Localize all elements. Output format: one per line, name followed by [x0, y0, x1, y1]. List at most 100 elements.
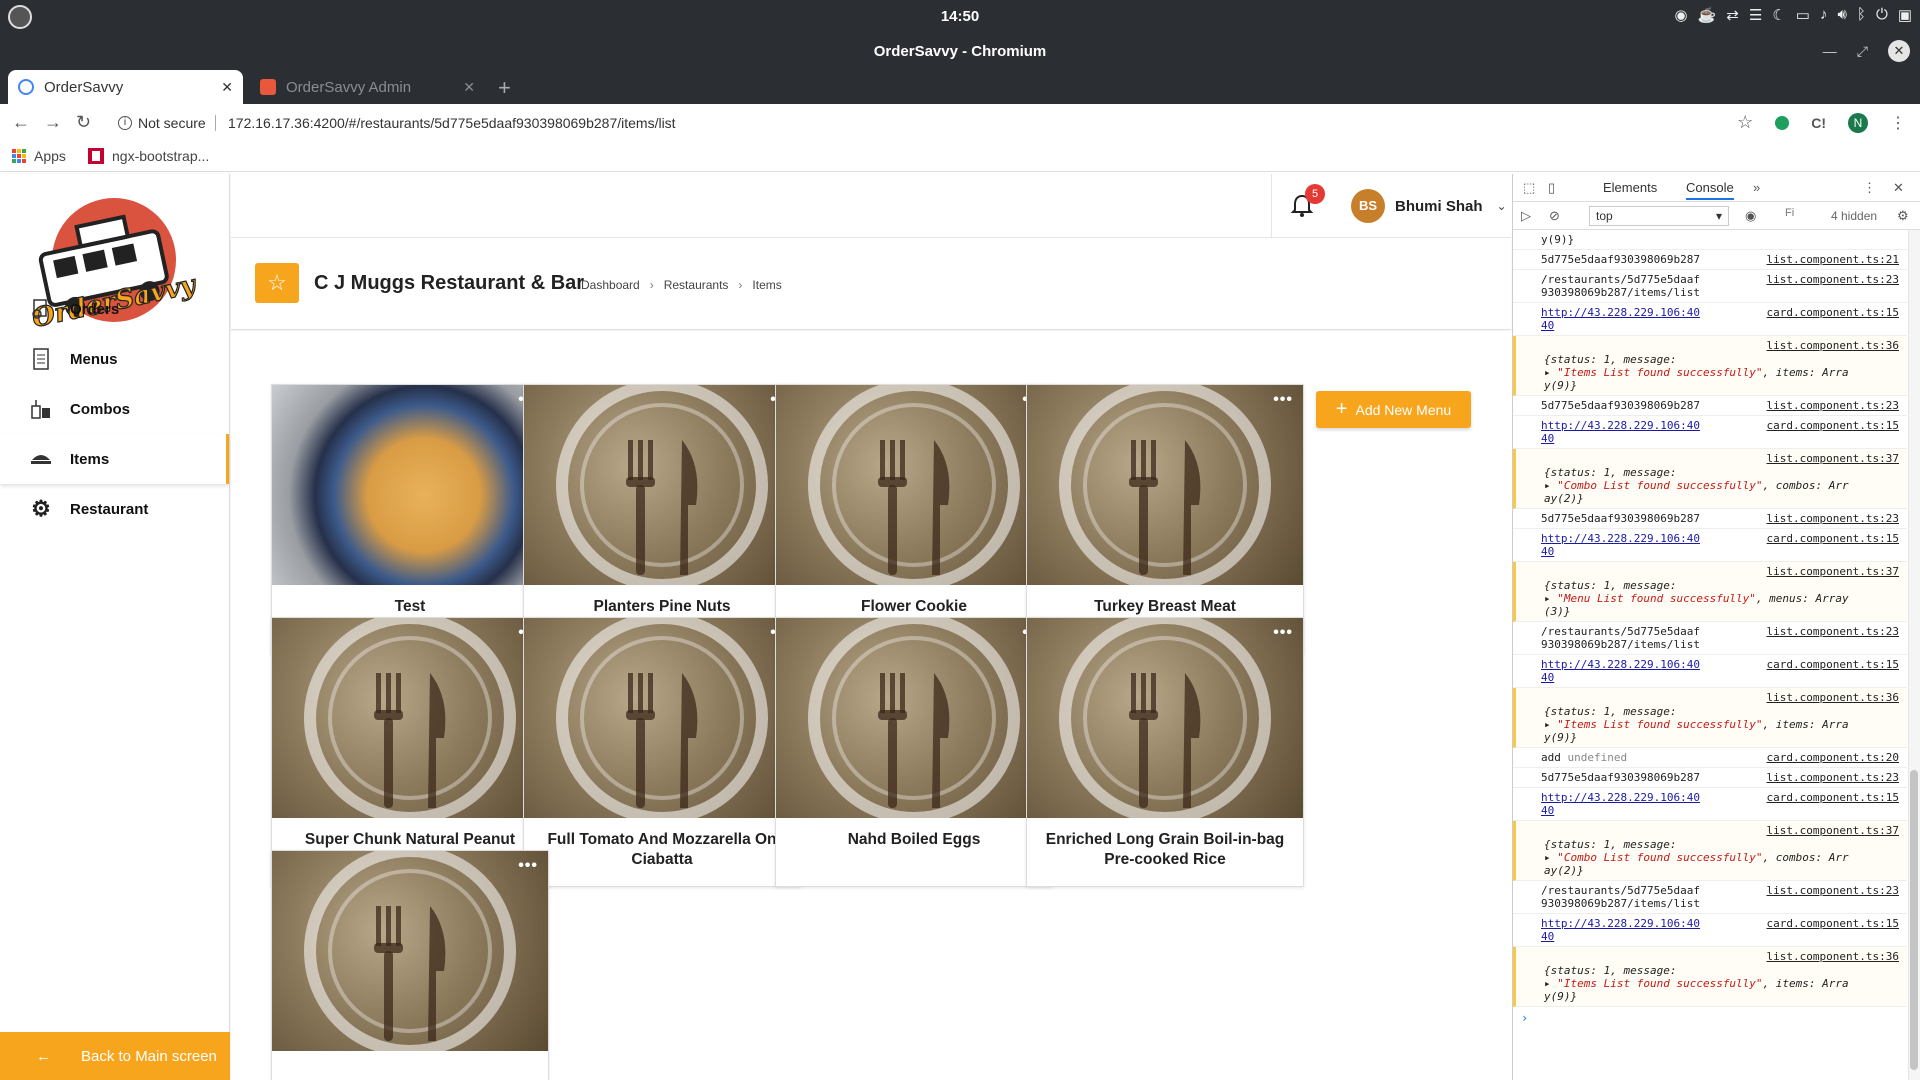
inspect-element-icon[interactable]: ⬚: [1523, 180, 1535, 196]
expand-triangle-icon[interactable]: ▸: [1544, 718, 1557, 731]
item-card[interactable]: •••Planters Pine Nuts: [523, 384, 801, 654]
bluetooth-icon[interactable]: ᛒ: [1857, 6, 1866, 24]
eye-icon[interactable]: ◉: [1745, 208, 1756, 224]
source-link[interactable]: list.component.ts:37: [1767, 452, 1899, 465]
add-new-menu-button[interactable]: + Add New Menu: [1316, 391, 1471, 428]
item-card[interactable]: ••• Turkey Breast Meat: [1026, 384, 1304, 654]
url-field[interactable]: 172.16.17.36:4200/#/restaurants/5d775e5d…: [228, 115, 676, 131]
source-link[interactable]: list.component.ts:23: [1767, 771, 1899, 784]
item-card[interactable]: ••• Enriched Long Grain Boil-in-bag Pre-c…: [1026, 617, 1304, 887]
console-entry[interactable]: list.component.ts:23 5d775e5daaf930398069…: [1513, 768, 1907, 788]
console-entry[interactable]: list.component.ts:23/restaurants/5d775e5…: [1513, 270, 1907, 303]
source-link[interactable]: list.component.ts:36: [1767, 950, 1899, 963]
source-link[interactable]: card.component.ts:15: [1767, 532, 1899, 545]
console-settings-icon[interactable]: ⚙: [1897, 208, 1909, 224]
source-link[interactable]: card.component.ts:15: [1767, 917, 1899, 930]
os-clock[interactable]: 14:50: [0, 8, 1920, 25]
source-link[interactable]: list.component.ts:23: [1767, 399, 1899, 412]
tab-ordersavvy[interactable]: OrderSavvy ✕: [8, 70, 243, 104]
log-url[interactable]: http://43.228.229.106:40 40: [1541, 658, 1721, 684]
session-icon[interactable]: ▣: [1898, 6, 1912, 24]
source-link[interactable]: list.component.ts:23: [1767, 625, 1899, 638]
hidden-count[interactable]: 4 hidden: [1831, 209, 1877, 223]
console-entry[interactable]: card.component.ts:15 http://43.228.229.10…: [1513, 416, 1907, 449]
tab-elements[interactable]: Elements: [1603, 180, 1657, 195]
object-preview[interactable]: {status: 1, message: ▸ "Combo List found …: [1544, 838, 1899, 877]
network-icon[interactable]: ⇄: [1726, 6, 1739, 24]
chrome-tray-icon[interactable]: ◉: [1675, 6, 1688, 24]
profile-avatar[interactable]: N: [1848, 112, 1868, 133]
bookmark-ngx-bootstrap[interactable]: ngx-bootstrap...: [88, 148, 209, 164]
log-url[interactable]: http://43.228.229.106:40 40: [1541, 306, 1721, 332]
extension-green-icon[interactable]: [1775, 115, 1790, 130]
sidebar-item-orders[interactable]: Orders: [0, 284, 229, 334]
log-url[interactable]: http://43.228.229.106:40 40: [1541, 419, 1721, 445]
clear-console-icon[interactable]: ⊘: [1549, 208, 1560, 224]
power-icon[interactable]: ⏻: [1876, 6, 1888, 24]
console-entry[interactable]: card.component.ts:15 http://43.228.229.10…: [1513, 529, 1907, 562]
close-devtools-icon[interactable]: ✕: [1893, 180, 1904, 196]
coffee-icon[interactable]: ☕: [1698, 6, 1717, 24]
more-options-icon[interactable]: •••: [1273, 391, 1293, 409]
expand-triangle-icon[interactable]: ▸: [1544, 592, 1557, 605]
expand-triangle-icon[interactable]: ▸: [1544, 851, 1557, 864]
expand-triangle-icon[interactable]: ▸: [1544, 977, 1557, 990]
item-card[interactable]: •••: [271, 850, 549, 1080]
source-link[interactable]: card.component.ts:15: [1767, 791, 1899, 804]
item-card[interactable]: •••Super Chunk Natural Peanut Butter Spr…: [271, 617, 549, 887]
expand-triangle-icon[interactable]: ▸: [1544, 479, 1557, 492]
reload-icon[interactable]: ↻: [76, 112, 91, 133]
console-entry[interactable]: card.component.ts:15 http://43.228.229.10…: [1513, 303, 1907, 336]
sidebar-item-restaurant[interactable]: ⚙ Restaurant: [0, 484, 229, 534]
bookmark-apps[interactable]: Apps: [12, 148, 66, 164]
source-link[interactable]: list.component.ts:23: [1767, 273, 1899, 286]
console-entry[interactable]: list.component.ts:36 {status: 1, message:…: [1513, 688, 1907, 748]
back-arrow-icon[interactable]: ←: [12, 112, 30, 133]
console-entry[interactable]: y(9)}: [1513, 230, 1907, 250]
item-card[interactable]: •••Nahd Boiled Eggs: [775, 617, 1053, 887]
source-link[interactable]: list.component.ts:36: [1767, 339, 1899, 352]
folder-icon[interactable]: ▭: [1796, 6, 1810, 24]
bookmark-star-icon[interactable]: ☆: [1737, 112, 1753, 133]
filter-input[interactable]: Fi: [1785, 207, 1807, 225]
source-link[interactable]: card.component.ts:15: [1767, 306, 1899, 319]
console-entry[interactable]: list.component.ts:23 5d775e5daaf930398069…: [1513, 396, 1907, 416]
console-entry[interactable]: card.component.ts:15 http://43.228.229.10…: [1513, 914, 1907, 947]
console-entry[interactable]: list.component.ts:37 {status: 1, message:…: [1513, 449, 1907, 509]
source-link[interactable]: card.component.ts:15: [1767, 658, 1899, 671]
object-preview[interactable]: {status: 1, message: ▸ "Items List found …: [1544, 705, 1899, 744]
console-scrollbar[interactable]: [1908, 230, 1920, 1080]
forward-arrow-icon[interactable]: →: [44, 112, 62, 133]
console-entry[interactable]: list.component.ts:37 {status: 1, message:…: [1513, 821, 1907, 881]
console-entry[interactable]: list.component.ts:36 {status: 1, message:…: [1513, 947, 1907, 1007]
browser-menu-icon[interactable]: ⋮: [1890, 113, 1906, 133]
back-to-main-button[interactable]: ← Back to Main screen: [0, 1032, 230, 1080]
console-entry[interactable]: list.component.ts:23 5d775e5daaf930398069…: [1513, 509, 1907, 529]
source-link[interactable]: list.component.ts:37: [1767, 565, 1899, 578]
console-entry[interactable]: card.component.ts:15 http://43.228.229.10…: [1513, 655, 1907, 688]
breadcrumb-restaurants[interactable]: Restaurants: [664, 278, 729, 292]
scrollbar-thumb[interactable]: [1910, 770, 1918, 1070]
source-link[interactable]: card.component.ts:15: [1767, 419, 1899, 432]
more-options-icon[interactable]: •••: [1273, 624, 1293, 642]
minimize-icon[interactable]: —: [1823, 43, 1837, 59]
restore-icon[interactable]: ⤢: [1857, 43, 1868, 60]
log-url[interactable]: http://43.228.229.106:40 40: [1541, 532, 1721, 558]
volume-icon[interactable]: 🔊︎: [1837, 6, 1846, 24]
item-card[interactable]: •••Full Tomato And Mozzarella On Ciabatt…: [523, 617, 801, 887]
devtools-menu-icon[interactable]: ⋮: [1863, 180, 1876, 196]
tab-ordersavvy-admin[interactable]: OrderSavvy Admin ✕: [250, 70, 485, 104]
item-card[interactable]: •••Flower Cookie: [775, 384, 1053, 654]
security-indicator[interactable]: i Not secure: [118, 115, 206, 131]
object-preview[interactable]: {status: 1, message: ▸ "Items List found …: [1544, 353, 1899, 392]
more-options-icon[interactable]: •••: [518, 857, 538, 875]
source-link[interactable]: list.component.ts:36: [1767, 691, 1899, 704]
sidebar-toggle-icon[interactable]: ▷: [1521, 208, 1531, 224]
log-url[interactable]: http://43.228.229.106:40 40: [1541, 917, 1721, 943]
console-entry[interactable]: card.component.ts:15 http://43.228.229.10…: [1513, 788, 1907, 821]
source-link[interactable]: list.component.ts:23: [1767, 884, 1899, 897]
console-prompt[interactable]: ›: [1513, 1007, 1907, 1029]
user-menu[interactable]: BS Bhumi Shah ⌄: [1351, 189, 1507, 223]
console-entry[interactable]: list.component.ts:36 {status: 1, message:…: [1513, 336, 1907, 396]
bell-tray-icon[interactable]: ♪: [1820, 6, 1828, 24]
